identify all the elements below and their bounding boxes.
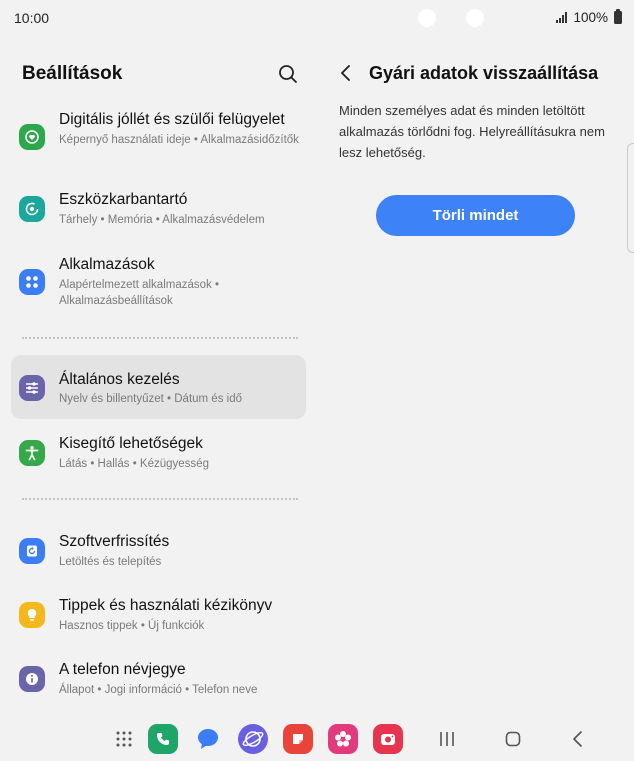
menu-item-general-management[interactable]: Általános kezelés Nyelv és billentyűzet …	[11, 355, 306, 419]
camera-cutout	[418, 9, 436, 27]
menu-item-title: A telefon névjegye	[59, 661, 186, 678]
taskbar	[0, 716, 634, 761]
menu-item-title: Kisegítő lehetőségek	[59, 435, 203, 452]
menu-item-title: Alkalmazások	[59, 256, 155, 273]
factory-reset-pane: Gyári adatok visszaállítása Minden szemé…	[317, 36, 634, 716]
menu-item-subtitle: Állapot • Jogi információ • Telefon neve	[59, 684, 258, 696]
menu-item-subtitle: Tárhely • Memória • Alkalmazásvédelem	[59, 214, 265, 226]
menu-item-title: Eszközkarbantartó	[59, 191, 188, 208]
menu-item-title: Általános kezelés	[59, 371, 180, 388]
home-button[interactable]	[499, 726, 527, 752]
delete-all-button[interactable]: Törli mindet	[376, 195, 575, 236]
section-divider	[22, 337, 298, 339]
status-time: 10:00	[14, 10, 50, 26]
search-button[interactable]	[274, 60, 302, 88]
menu-item-apps[interactable]: Alkalmazások Alapértelmezett alkalmazáso…	[11, 245, 306, 315]
messages-app-icon[interactable]	[193, 724, 223, 754]
info-icon	[19, 666, 45, 692]
chevron-left-icon	[341, 65, 350, 81]
nav-back-button[interactable]	[564, 726, 592, 752]
camera-cutout	[466, 9, 484, 27]
battery-icon	[614, 9, 622, 24]
accessibility-icon	[19, 440, 45, 466]
page-title: Beállítások	[22, 63, 123, 84]
menu-item-subtitle: Hasznos tippek • Új funkciók	[59, 620, 205, 632]
menu-item-software-update[interactable]: Szoftverfrissítés Letöltés és telepítés	[11, 523, 306, 579]
menu-item-digital-wellbeing[interactable]: Digitális jóllét és szülői felügyelet Ké…	[11, 100, 306, 170]
heart-ring-icon	[19, 124, 45, 150]
refresh-ring-icon	[19, 196, 45, 222]
battery-percent: 100%	[573, 10, 608, 25]
menu-item-subtitle: Nyelv és billentyűzet • Dátum és idő	[59, 393, 242, 405]
menu-item-subtitle: Látás • Hallás • Kézügyesség	[59, 458, 209, 470]
notes-app-icon[interactable]	[283, 724, 313, 754]
page-title: Gyári adatok visszaállítása	[369, 63, 599, 83]
recents-icon	[440, 732, 454, 746]
settings-list-pane: Beállítások Digitális jóllét és szülői f…	[0, 36, 317, 716]
sliders-icon	[19, 375, 45, 401]
menu-item-subtitle: Letöltés és telepítés	[59, 556, 162, 568]
edge-panel-handle[interactable]	[627, 143, 634, 253]
app-drawer-icon[interactable]	[109, 724, 139, 754]
menu-item-title: Digitális jóllét és szülői felügyelet	[59, 111, 285, 128]
status-indicators: 100%	[556, 9, 622, 25]
back-icon	[573, 731, 582, 747]
reset-description: Minden személyes adat és minden letöltöt…	[339, 103, 605, 160]
gallery-app-icon[interactable]	[328, 724, 358, 754]
internet-app-icon[interactable]	[238, 724, 268, 754]
status-bar: 10:00 100%	[0, 0, 634, 36]
phone-app-icon[interactable]	[148, 724, 178, 754]
menu-item-subtitle: Képernyő használati ideje • Alkalmazásid…	[59, 134, 299, 146]
menu-item-device-care[interactable]: Eszközkarbantartó Tárhely • Memória • Al…	[11, 180, 306, 236]
menu-item-title: Szoftverfrissítés	[59, 533, 170, 550]
camera-app-icon[interactable]	[373, 724, 403, 754]
update-icon	[19, 538, 45, 564]
signal-icon	[556, 12, 568, 23]
menu-item-accessibility[interactable]: Kisegítő lehetőségek Látás • Hallás • Ké…	[11, 425, 306, 481]
back-button[interactable]	[335, 61, 357, 85]
section-divider	[22, 498, 298, 500]
apps-grid-icon	[19, 269, 45, 295]
menu-item-subtitle: Alapértelmezett alkalmazások • Alkalmazá…	[59, 279, 219, 307]
home-icon	[505, 731, 521, 747]
search-icon	[279, 65, 297, 83]
menu-item-title: Tippek és használati kézikönyv	[59, 597, 273, 614]
menu-item-about-phone[interactable]: A telefon névjegye Állapot • Jogi inform…	[11, 651, 306, 707]
menu-item-tips-manual[interactable]: Tippek és használati kézikönyv Hasznos t…	[11, 587, 306, 643]
lightbulb-icon	[19, 602, 45, 628]
recent-apps-button[interactable]	[433, 726, 461, 752]
